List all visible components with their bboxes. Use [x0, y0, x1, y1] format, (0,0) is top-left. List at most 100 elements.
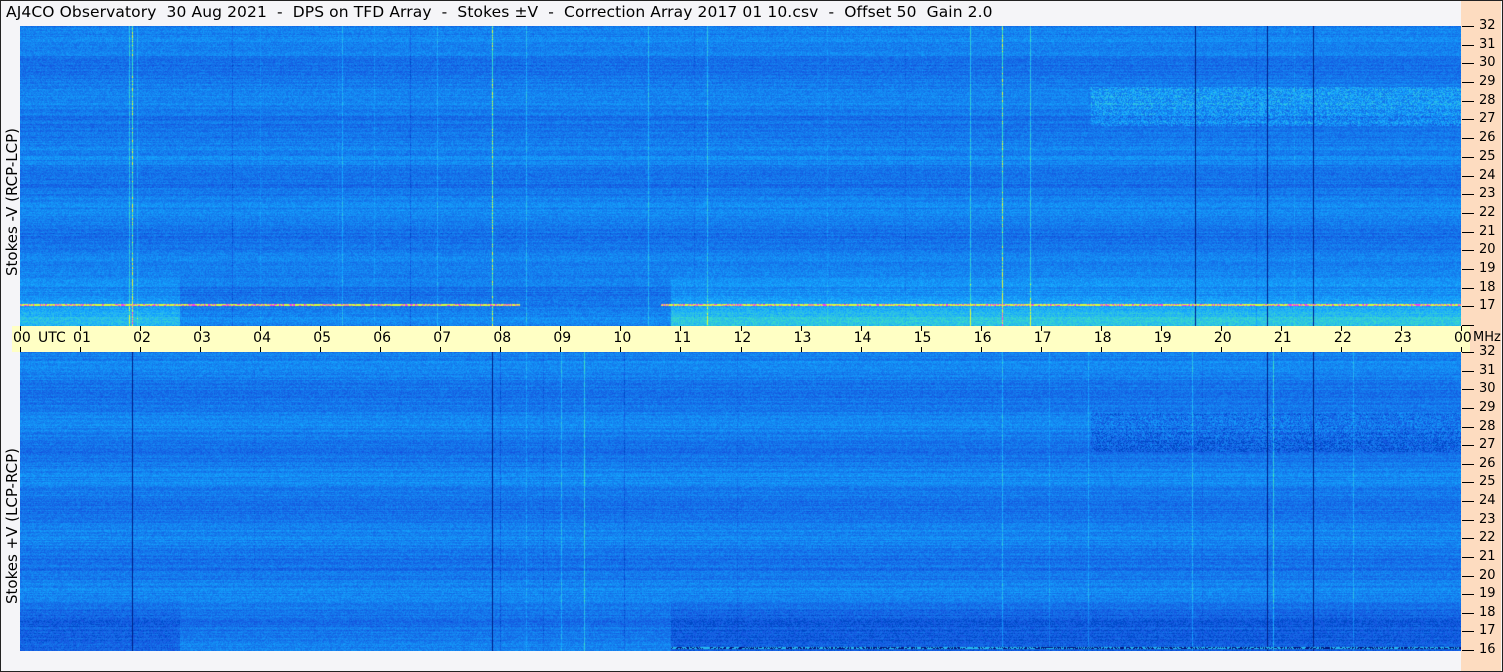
- freq-tick-mark: [1462, 156, 1474, 158]
- time-tick-label: 04: [253, 330, 271, 346]
- time-tick-label: 17: [1033, 330, 1052, 346]
- time-tick-label: 16: [973, 330, 992, 346]
- utc-label: UTC: [38, 330, 66, 346]
- freq-tick-mark: [1462, 445, 1474, 447]
- freq-tick-label: 31: [1479, 362, 1496, 378]
- freq-tick-mark: [1462, 26, 1474, 27]
- freq-tick-mark: [1462, 519, 1474, 521]
- freq-tick-mark: [1462, 212, 1474, 214]
- freq-tick-label: 17: [1479, 623, 1496, 639]
- freq-tick-label: 19: [1479, 260, 1496, 276]
- time-tick-mark: [20, 347, 21, 352]
- time-tick-label: 05: [313, 330, 332, 346]
- time-tick-label: 10: [613, 330, 632, 346]
- freq-tick-mark: [1462, 594, 1474, 596]
- time-tick-label: 00: [13, 330, 31, 346]
- time-tick-mark: [1100, 347, 1102, 352]
- top-panel-ylabel: Stokes -V (RCP-LCP): [3, 128, 21, 276]
- freq-tick-label: 20: [1479, 242, 1496, 258]
- freq-tick-label: 21: [1479, 548, 1496, 564]
- freq-tick-label: 18: [1479, 279, 1496, 295]
- freq-tick-mark: [1462, 482, 1474, 484]
- freq-tick-label: 32: [1479, 344, 1496, 359]
- time-tick-mark: [140, 347, 142, 352]
- freq-tick-label: 31: [1479, 36, 1496, 52]
- freq-tick-mark: [1462, 325, 1474, 326]
- freq-tick-mark: [1462, 389, 1474, 391]
- plot-title: AJ4CO Observatory 30 Aug 2021 - DPS on T…: [6, 3, 993, 21]
- time-tick-mark: [260, 347, 262, 352]
- freq-tick-mark: [1462, 370, 1474, 372]
- freq-tick-mark: [1462, 138, 1474, 140]
- time-tick-label: 08: [493, 330, 512, 346]
- time-tick-label: 15: [913, 330, 932, 346]
- time-tick-mark: [1040, 347, 1042, 352]
- time-tick-label: 23: [1393, 330, 1412, 346]
- freq-tick-label: 30: [1479, 55, 1496, 71]
- time-tick-label: 21: [1273, 330, 1292, 346]
- time-tick-mark: [500, 347, 502, 352]
- time-tick-mark: [800, 347, 802, 352]
- freq-tick-mark: [1462, 407, 1474, 409]
- freq-tick-label: 28: [1479, 418, 1496, 434]
- time-tick-label: 14: [853, 330, 872, 346]
- mhz-label: MHz: [1473, 330, 1501, 345]
- freq-tick-label: 27: [1479, 437, 1496, 453]
- time-tick-mark: [980, 347, 982, 352]
- time-tick-label: 20: [1213, 330, 1232, 346]
- spectrogram-stokes-minus-v: [20, 26, 1461, 326]
- time-tick-label: 12: [733, 330, 752, 346]
- freq-tick-label: 22: [1479, 204, 1496, 220]
- freq-tick-label: 29: [1479, 399, 1496, 415]
- freq-tick-mark: [1462, 352, 1474, 353]
- freq-tick-label: 19: [1479, 586, 1496, 602]
- time-tick-mark: [1280, 347, 1282, 352]
- freq-tick-label: 18: [1479, 604, 1496, 620]
- time-tick-label: 18: [1093, 330, 1112, 346]
- freq-tick-mark: [1462, 268, 1474, 270]
- freq-tick-mark: [1462, 538, 1474, 540]
- time-tick-label: 00: [1454, 330, 1472, 346]
- spectrogram-canvas-bottom: [20, 352, 1461, 651]
- spectrogram-canvas-top: [20, 26, 1461, 326]
- freq-tick-label: 26: [1479, 455, 1496, 471]
- time-tick-label: 09: [553, 330, 572, 346]
- freq-tick-label: 28: [1479, 92, 1496, 108]
- time-tick-mark: [920, 347, 922, 352]
- freq-tick-mark: [1462, 650, 1474, 651]
- freq-tick-mark: [1462, 82, 1474, 84]
- time-tick-mark: [1220, 347, 1222, 352]
- time-tick-label: 02: [133, 330, 151, 346]
- freq-tick-label: 30: [1479, 381, 1496, 397]
- freq-tick-label: 29: [1479, 74, 1496, 90]
- freq-tick-label: 22: [1479, 530, 1496, 546]
- time-tick-label: 06: [373, 330, 392, 346]
- freq-tick-mark: [1462, 250, 1474, 252]
- freq-tick-label: 20: [1479, 567, 1496, 583]
- freq-tick-mark: [1462, 63, 1474, 65]
- freq-tick-mark: [1462, 100, 1474, 102]
- time-tick-mark: [320, 347, 322, 352]
- freq-tick-mark: [1462, 631, 1474, 633]
- freq-tick-label: 17: [1479, 298, 1496, 314]
- time-tick-label: 01: [73, 330, 91, 346]
- freq-tick-mark: [1462, 575, 1474, 577]
- freq-tick-label: 21: [1479, 223, 1496, 239]
- freq-tick-mark: [1462, 501, 1474, 502]
- bottom-panel-ylabel: Stokes +V (LCP-RCP): [3, 448, 21, 604]
- time-tick-mark: [80, 347, 82, 352]
- freq-tick-mark: [1462, 306, 1474, 308]
- freq-tick-label: 24: [1479, 167, 1496, 183]
- freq-tick-mark: [1462, 287, 1474, 289]
- time-tick-mark: [680, 347, 682, 352]
- time-tick-mark: [560, 347, 562, 352]
- time-tick-mark: [380, 347, 382, 352]
- freq-tick-label: 24: [1479, 493, 1496, 508]
- time-tick-mark: [440, 347, 442, 352]
- time-tick-label: 22: [1333, 330, 1352, 346]
- freq-tick-label: 25: [1479, 148, 1496, 164]
- freq-tick-label: 16: [1479, 642, 1496, 657]
- time-tick-label: 07: [433, 330, 452, 346]
- freq-tick-mark: [1462, 231, 1474, 233]
- freq-tick-label: 25: [1479, 474, 1496, 490]
